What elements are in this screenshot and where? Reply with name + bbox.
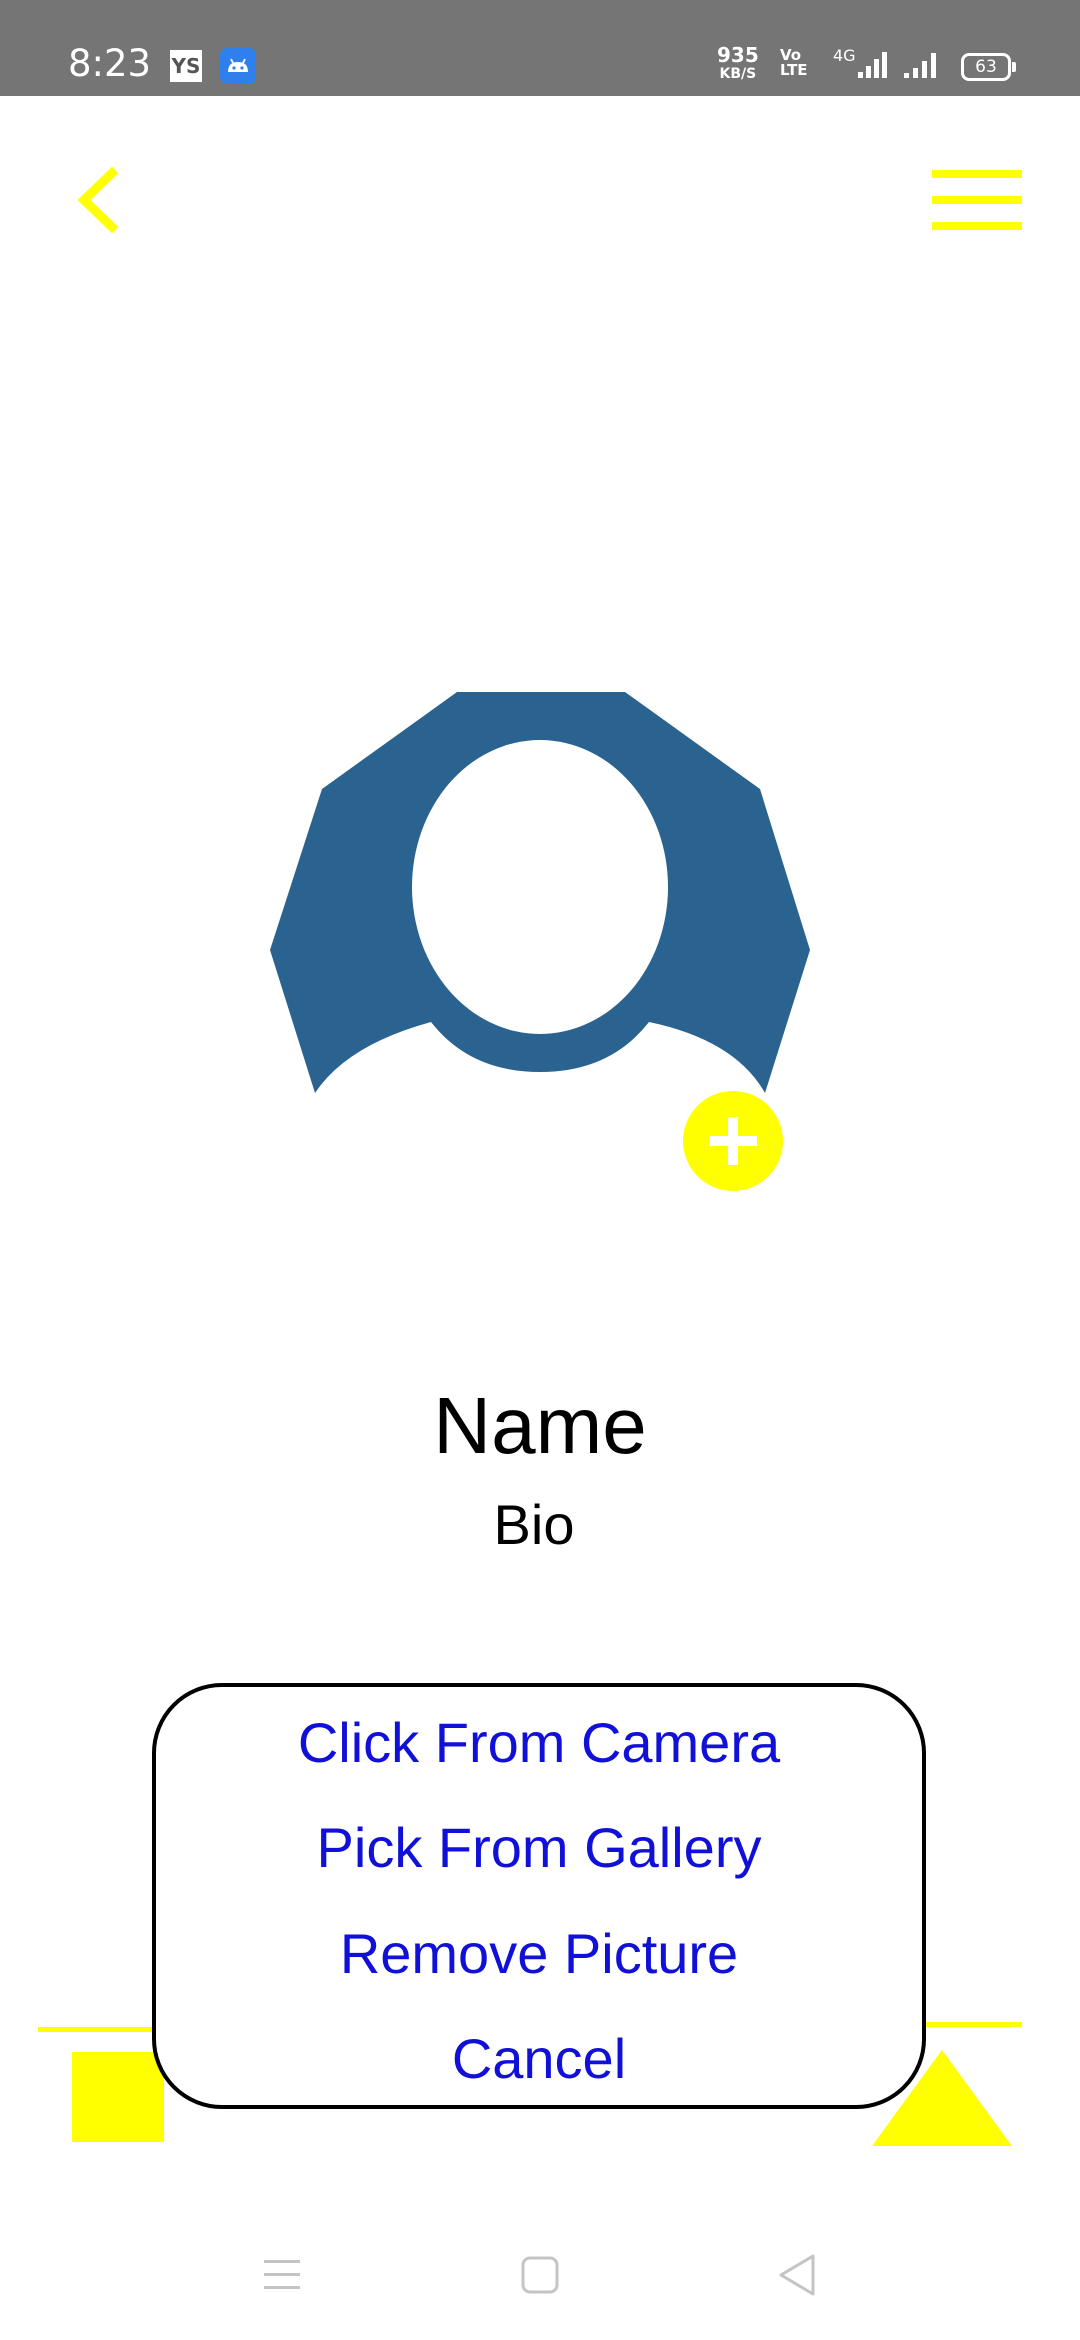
signal-strength-icon-1 (858, 52, 887, 78)
profile-bio: Bio (493, 1493, 575, 1556)
cancel-option[interactable]: Cancel (156, 2026, 922, 2091)
ys-app-icon: YS (170, 50, 202, 82)
chevron-left-icon (77, 166, 119, 234)
home-icon (521, 2256, 559, 2294)
signal-strength-icon-2 (904, 53, 936, 78)
network-speed: 935 KB/S (717, 43, 759, 84)
volte-line-2: LTE (780, 61, 808, 79)
back-button[interactable] (70, 165, 130, 235)
back-icon (779, 2254, 815, 2296)
decorative-line-right (920, 2022, 1022, 2027)
profile-name: Name (433, 1381, 647, 1470)
status-bar: 8:23 YS 935 KB/S Vo LTE 4G 63 (0, 0, 1080, 96)
remove-picture-option[interactable]: Remove Picture (156, 1921, 922, 1986)
decorative-square (72, 2052, 164, 2142)
network-type: 4G (833, 46, 856, 65)
home-button[interactable] (510, 2250, 570, 2300)
recent-apps-button[interactable] (252, 2250, 312, 2300)
click-from-camera-option[interactable]: Click From Camera (156, 1710, 922, 1775)
profile-avatar[interactable] (265, 690, 815, 1110)
default-user-avatar (270, 692, 810, 1093)
menu-button[interactable] (930, 168, 1024, 234)
decorative-line-left (38, 2027, 168, 2032)
network-speed-unit: KB/S (719, 66, 757, 82)
hamburger-menu-icon (932, 170, 1022, 230)
system-back-button[interactable] (768, 2250, 828, 2300)
android-notification-icon (220, 48, 256, 84)
pick-from-gallery-option[interactable]: Pick From Gallery (156, 1815, 922, 1880)
status-time: 8:23 (68, 42, 152, 85)
network-speed-value: 935 (717, 43, 759, 67)
photo-options-dialog: Click From Camera Pick From Gallery Remo… (152, 1683, 926, 2109)
volte-indicator: Vo LTE (780, 48, 808, 78)
recent-apps-icon (264, 2260, 300, 2289)
plus-icon (709, 1117, 757, 1165)
add-photo-button[interactable] (683, 1091, 783, 1191)
battery-icon: 63 (961, 53, 1016, 81)
